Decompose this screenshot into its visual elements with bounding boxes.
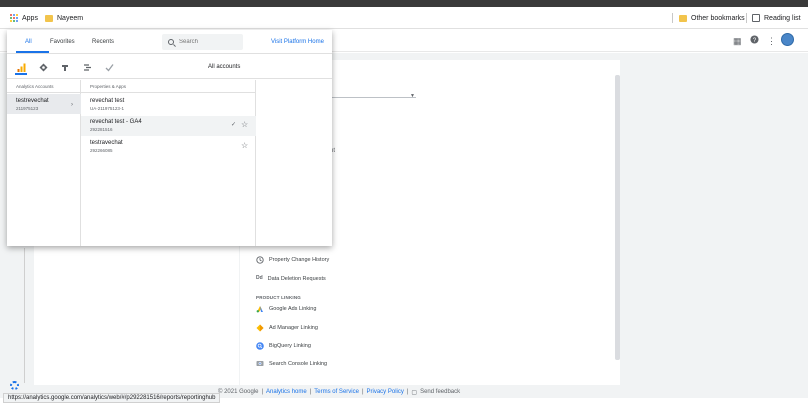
account-picker-popup: All Favorites Recents Visit Platform Hom… [7,30,332,246]
item-label: Google Ads Linking [269,306,317,312]
item-label: Search Console Linking [269,361,328,367]
history-icon [256,256,264,264]
apps-grid-icon[interactable]: ▦ [733,36,742,47]
feedback-icon: ▢ [411,390,418,396]
ad-manager-icon [256,324,264,332]
star-icon[interactable]: ☆ [241,141,248,150]
tab-favorites[interactable]: Favorites [50,39,75,45]
svg-text:?: ? [753,37,757,44]
bookmark-divider [672,13,673,23]
search-icon [168,39,174,45]
help-icon[interactable]: ? [750,35,759,46]
analytics-home-link[interactable]: Analytics home [266,389,307,396]
footer-copyright: © 2021 Google [218,389,259,395]
bigquery-linking-item[interactable]: BigQuery Linking [256,342,311,350]
google-ads-icon [256,305,264,313]
other-bookmarks[interactable]: Other bookmarks [679,7,745,29]
tag-manager-icon[interactable] [37,61,49,73]
search-console-icon [256,360,264,368]
chevron-right-icon: › [71,102,73,108]
nayeem-bookmark-folder[interactable]: Nayeem [45,7,83,29]
ad-manager-linking-item[interactable]: Ad Manager Linking [256,324,318,332]
apps-bookmark[interactable]: Apps [10,7,38,29]
reading-list-icon [752,14,760,22]
surveys-icon[interactable] [103,61,115,73]
privacy-policy-link[interactable]: Privacy Policy [367,389,404,396]
reading-list-label: Reading list [764,14,801,22]
properties-header: Properties & Apps [81,80,255,93]
checkmark-icon: ✓ [231,122,237,128]
bigquery-icon [256,342,264,350]
search-input[interactable] [179,39,235,45]
dropdown-caret-icon[interactable]: ▼ [410,93,415,99]
apps-grid-icon [10,14,18,22]
analytics-icon[interactable] [15,61,27,75]
data-studio-icon[interactable] [81,61,93,73]
visit-platform-home-link[interactable]: Visit Platform Home [271,39,324,45]
footer-separator: | [406,389,409,395]
google-ads-linking-item[interactable]: Google Ads Linking [256,305,316,313]
bookmarks-bar: Apps Nayeem Other bookmarks Reading list [0,7,808,29]
dd-icon: Dd [256,275,263,281]
product-row: All accounts [7,55,332,79]
item-label: Ad Manager Linking [269,325,318,331]
all-accounts-label: All accounts [208,64,241,70]
footer-separator: | [261,389,264,395]
item-label: Data Deletion Requests [267,276,326,282]
avatar[interactable] [781,33,794,46]
footer-separator: | [309,389,312,395]
picker-tabs: All Favorites Recents Visit Platform Hom… [7,30,332,54]
property-change-history-item[interactable]: Property Change History [256,256,329,264]
folder-icon [45,14,53,22]
send-feedback-link[interactable]: Send feedback [420,389,460,396]
property-item[interactable]: revechat test UA-211975123-1 [81,95,256,115]
property-item-selected[interactable]: revechat test - GA4 292281516 ✓ ☆ [81,116,256,136]
property-id: UA-211975123-1 [90,106,124,111]
scrollbar[interactable] [615,75,620,360]
property-item[interactable]: testravechat 292266085 ☆ [81,137,256,157]
footer: © 2021 Google | Analytics home | Terms o… [218,389,460,396]
item-label: BigQuery Linking [269,343,311,349]
folder-label: Nayeem [57,14,84,22]
search-console-linking-item[interactable]: Search Console Linking [256,360,327,368]
account-item[interactable]: testrevechat 211975123 › [7,94,81,114]
more-vert-icon[interactable]: ⋮ [767,36,776,47]
star-icon[interactable]: ☆ [241,120,248,129]
accounts-column: Analytics Accounts testrevechat 21197512… [7,80,81,246]
active-tab-indicator [16,51,49,53]
search-box[interactable] [162,34,243,50]
tab-recents[interactable]: Recents [92,39,114,45]
settings-gear-icon[interactable] [10,381,19,390]
property-name: testravechat [90,140,123,146]
accounts-header: Analytics Accounts [7,80,80,93]
reading-list[interactable]: Reading list [752,7,801,29]
other-bookmarks-label: Other bookmarks [691,14,745,22]
status-bar-url: https://analytics.google.com/analytics/w… [3,393,221,403]
left-scroll-track [24,248,25,383]
property-id: 292266085 [90,148,113,153]
optimize-icon[interactable] [59,61,71,73]
folder-icon [679,14,687,22]
tab-all[interactable]: All [25,39,32,45]
properties-column: Properties & Apps revechat test UA-21197… [81,80,256,246]
section-product-linking: PRODUCT LINKING [256,295,301,300]
footer-separator: | [361,389,364,395]
data-deletion-requests-item[interactable]: Dd Data Deletion Requests [256,275,326,283]
apps-label: Apps [22,14,38,22]
item-label: Property Change History [269,257,330,263]
terms-of-service-link[interactable]: Terms of Service [314,389,359,396]
property-name: revechat test [90,98,125,104]
bookmark-divider [746,13,747,23]
